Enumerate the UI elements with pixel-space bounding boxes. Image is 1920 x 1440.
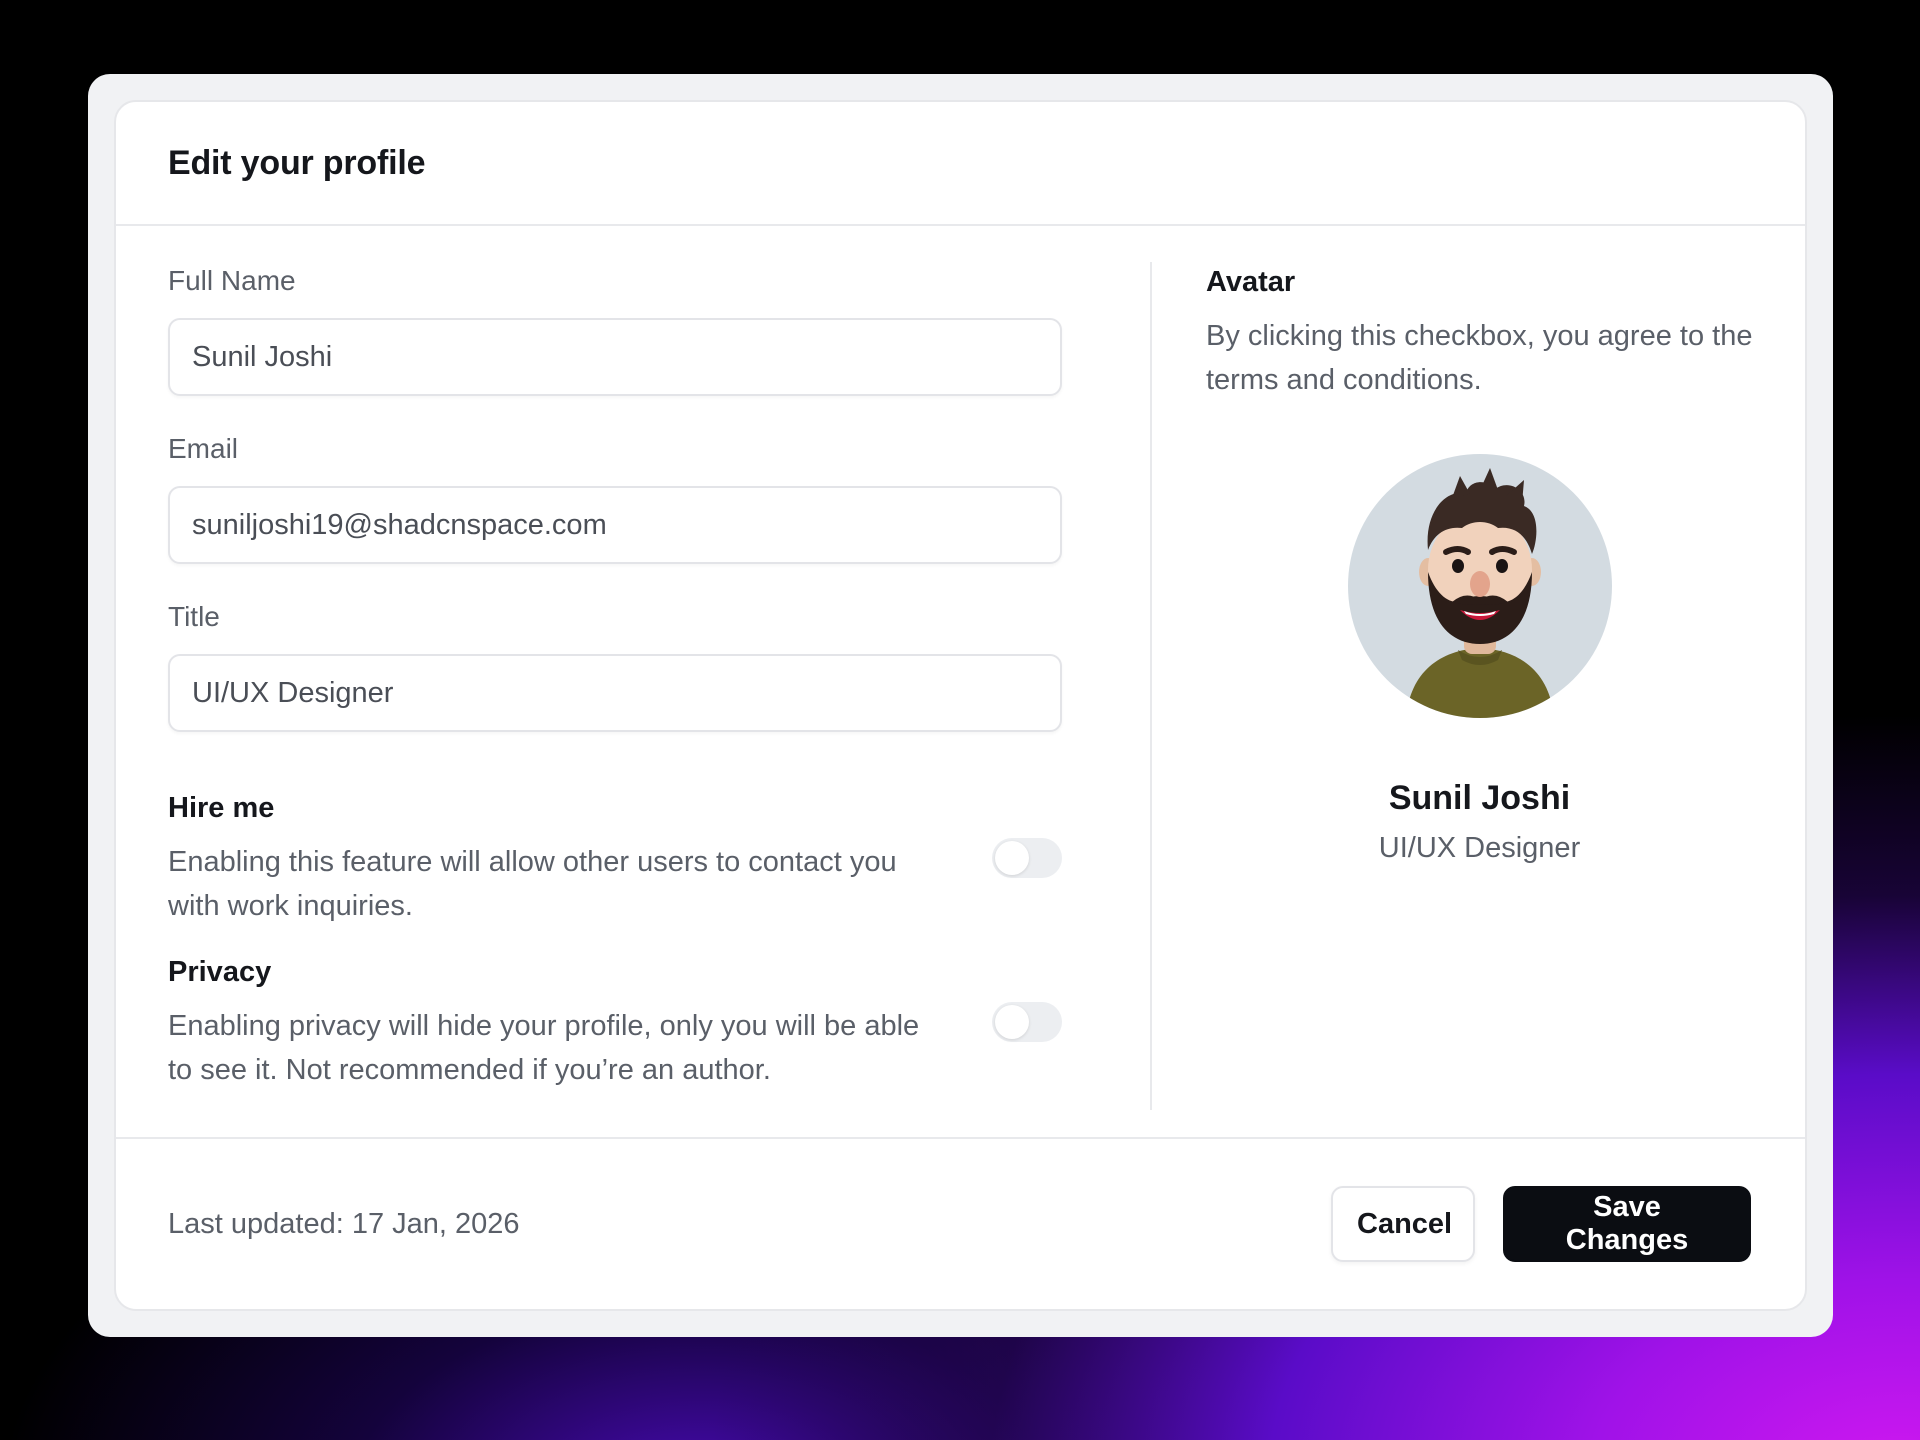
full-name-label: Full Name [168,265,296,296]
dialog-frame: Edit your profile Full Name Email Title [88,74,1833,1337]
title-input[interactable] [168,654,1062,732]
email-label: Email [168,433,239,464]
dialog-title: Edit your profile [168,143,426,182]
bearded-man-avatar-icon [1405,468,1554,718]
hire-me-setting: Hire me Enabling this feature will allow… [168,788,1062,928]
avatar-description: By clicking this checkbox, you agree to … [1206,320,1753,396]
profile-form: Full Name Email Title Hire me [116,262,1152,1110]
avatar-heading: Avatar [1206,266,1296,298]
full-name-input[interactable] [168,318,1062,396]
email-input[interactable] [168,486,1062,564]
hire-me-text: Hire me Enabling this feature will allow… [168,788,928,928]
avatar-title: UI/UX Designer [1378,832,1581,864]
privacy-toggle[interactable] [992,1002,1062,1042]
form-inner: Full Name Email Title Hire me [168,262,1062,1092]
footer-actions: Cancel Save Changes [1331,1186,1751,1262]
hire-me-title: Hire me [168,792,275,824]
card-footer: Last updated: 17 Jan, 2026 Cancel Save C… [116,1137,1805,1309]
hire-me-description: Enabling this feature will allow other u… [168,846,897,922]
privacy-text: Privacy Enabling privacy will hide your … [168,952,928,1092]
avatar-name: Sunil Joshi [1388,779,1571,817]
hire-me-toggle[interactable] [992,838,1062,878]
avatar-block: Sunil Joshi UI/UX Designer [1206,454,1753,868]
avatar-panel: Avatar By clicking this checkbox, you ag… [1152,262,1805,1148]
title-label: Title [168,601,220,632]
last-updated-text: Last updated: 17 Jan, 2026 [168,1207,520,1240]
full-name-field: Full Name [168,262,1062,396]
privacy-toggle-knob [995,1005,1029,1039]
email-field: Email [168,430,1062,564]
privacy-description: Enabling privacy will hide your profile,… [168,1010,920,1086]
edit-profile-card: Edit your profile Full Name Email Title [114,100,1807,1311]
hire-me-toggle-knob [995,841,1029,875]
save-changes-button[interactable]: Save Changes [1503,1186,1751,1262]
card-header: Edit your profile [116,102,1805,226]
avatar[interactable] [1347,454,1612,718]
title-field: Title [168,598,1062,732]
card-body: Full Name Email Title Hire me [116,226,1805,1148]
privacy-setting: Privacy Enabling privacy will hide your … [168,952,1062,1092]
cancel-button[interactable]: Cancel [1331,1186,1475,1262]
privacy-title: Privacy [168,956,272,988]
